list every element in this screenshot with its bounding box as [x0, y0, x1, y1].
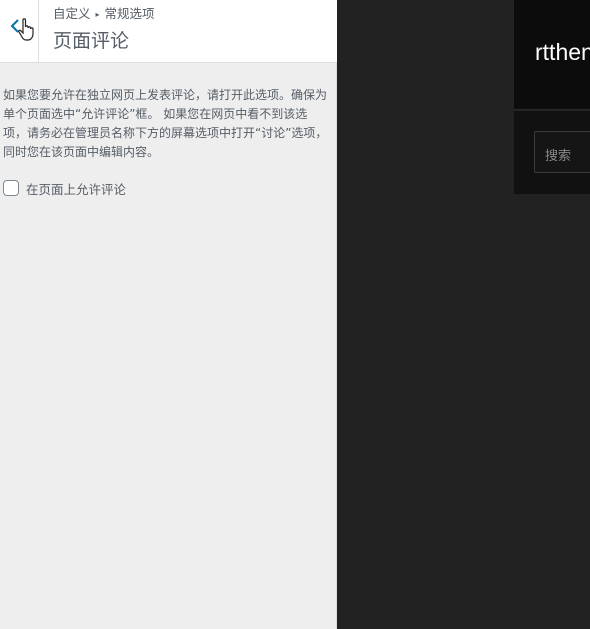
chevron-left-icon	[10, 18, 34, 41]
back-button[interactable]	[0, 0, 39, 62]
allow-comments-label: 在页面上允许评论	[26, 181, 127, 197]
breadcrumb: 自定义 ▸ 常规选项	[53, 3, 155, 22]
search-widget: 搜索	[514, 111, 590, 194]
section-description: 如果您要允许在独立网页上发表评论，请打开此选项。确保为单个页面选中“允许评论”框…	[3, 88, 328, 159]
search-placeholder: 搜索	[545, 149, 572, 164]
site-header: rtthen	[514, 0, 590, 110]
section-title: 页面评论	[53, 30, 130, 52]
breadcrumb-separator-icon: ▸	[95, 10, 100, 19]
section-header: 自定义 ▸ 常规选项 页面评论	[0, 0, 337, 63]
allow-comments-checkbox[interactable]	[3, 180, 19, 196]
hand-cursor-icon	[18, 18, 34, 41]
breadcrumb-parent: 自定义	[53, 6, 91, 21]
site-title[interactable]: rtthen	[535, 39, 590, 66]
allow-comments-option[interactable]: 在页面上允许评论	[3, 179, 126, 197]
site-preview: rtthen 搜索	[338, 0, 590, 629]
search-input[interactable]: 搜索	[534, 131, 590, 173]
customizer-sidebar: 自定义 ▸ 常规选项 页面评论 如果您要允许在独立网页上发表评论，请打开此选项。确保…	[0, 0, 337, 629]
breadcrumb-current: 常规选项	[104, 6, 155, 21]
